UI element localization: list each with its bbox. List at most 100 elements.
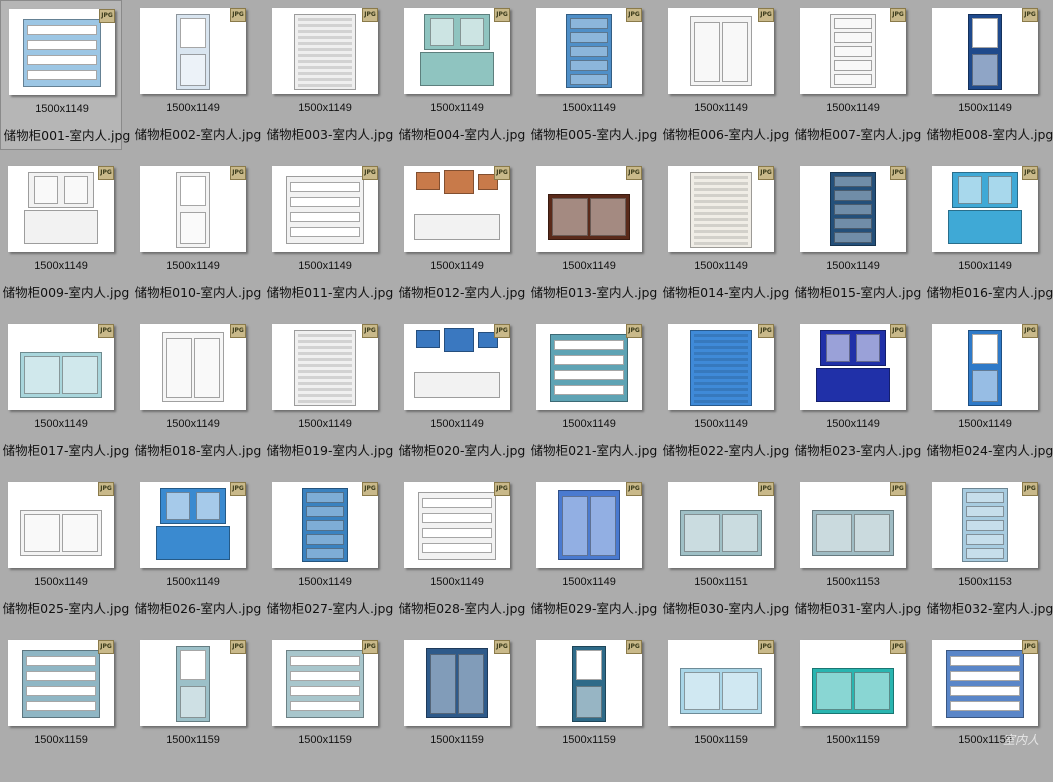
file-name[interactable]: 储物柜013-室内人.jpg — [528, 282, 660, 301]
file-tile[interactable]: JPG 1500x1149 储物柜013-室内人.jpg — [528, 158, 657, 308]
file-name[interactable]: 储物柜023-室内人.jpg — [792, 440, 924, 459]
thumbnail-image[interactable]: JPG — [800, 324, 906, 410]
file-tile[interactable]: JPG 1500x1149 储物柜003-室内人.jpg — [264, 0, 393, 150]
file-name[interactable]: 储物柜009-室内人.jpg — [0, 282, 132, 301]
thumbnail-image[interactable]: JPG — [404, 166, 510, 252]
file-name[interactable]: 储物柜028-室内人.jpg — [396, 598, 528, 617]
file-tile[interactable]: JPG 1500x1159 — [264, 632, 386, 782]
thumbnail-image[interactable]: JPG — [536, 482, 642, 568]
thumbnail-image[interactable]: JPG — [932, 482, 1038, 568]
thumbnail-image[interactable]: JPG — [404, 640, 510, 726]
file-name[interactable]: 储物柜012-室内人.jpg — [396, 282, 528, 301]
file-tile[interactable]: JPG 1500x1149 储物柜011-室内人.jpg — [264, 158, 393, 308]
file-name[interactable]: 储物柜025-室内人.jpg — [0, 598, 132, 617]
file-name[interactable]: 储物柜026-室内人.jpg — [132, 598, 264, 617]
file-tile[interactable]: JPG 1500x1149 储物柜004-室内人.jpg — [396, 0, 525, 150]
file-name[interactable]: 储物柜001-室内人.jpg — [1, 125, 133, 144]
file-tile[interactable]: JPG 1500x1149 储物柜005-室内人.jpg — [528, 0, 657, 150]
file-tile[interactable]: JPG 1500x1149 储物柜014-室内人.jpg — [660, 158, 789, 308]
file-tile[interactable]: JPG 1500x1159 — [528, 632, 650, 782]
file-tile[interactable]: JPG 1500x1149 储物柜025-室内人.jpg — [0, 474, 129, 624]
file-name[interactable]: 储物柜005-室内人.jpg — [528, 124, 660, 143]
thumbnail-image[interactable]: JPG — [800, 166, 906, 252]
thumbnail-image[interactable]: JPG — [8, 482, 114, 568]
thumbnail-image[interactable]: JPG — [404, 324, 510, 410]
file-name[interactable]: 储物柜022-室内人.jpg — [660, 440, 792, 459]
thumbnail-image[interactable]: JPG — [932, 166, 1038, 252]
file-tile[interactable]: JPG 1500x1149 储物柜002-室内人.jpg — [132, 0, 261, 150]
file-tile[interactable]: JPG 1500x1149 储物柜008-室内人.jpg — [924, 0, 1053, 150]
file-name[interactable]: 储物柜019-室内人.jpg — [264, 440, 396, 459]
file-name[interactable]: 储物柜008-室内人.jpg — [924, 124, 1053, 143]
thumbnail-image[interactable]: JPG — [536, 8, 642, 94]
file-tile[interactable]: JPG 1500x1153 储物柜031-室内人.jpg — [792, 474, 921, 624]
thumbnail-image[interactable]: JPG — [404, 8, 510, 94]
file-name[interactable]: 储物柜031-室内人.jpg — [792, 598, 924, 617]
file-tile[interactable]: JPG 1500x1159 — [792, 632, 914, 782]
file-tile[interactable]: JPG 1500x1149 储物柜016-室内人.jpg — [924, 158, 1053, 308]
file-name[interactable]: 储物柜002-室内人.jpg — [132, 124, 264, 143]
thumbnail-image[interactable]: JPG — [668, 640, 774, 726]
file-tile[interactable]: JPG 1500x1149 储物柜019-室内人.jpg — [264, 316, 393, 466]
file-name[interactable]: 储物柜003-室内人.jpg — [264, 124, 396, 143]
file-name[interactable]: 储物柜030-室内人.jpg — [660, 598, 792, 617]
thumbnail-image[interactable]: JPG — [9, 9, 115, 95]
file-tile[interactable]: JPG 1500x1149 储物柜024-室内人.jpg — [924, 316, 1053, 466]
thumbnail-image[interactable]: JPG — [272, 166, 378, 252]
file-tile[interactable]: JPG 1500x1149 储物柜026-室内人.jpg — [132, 474, 261, 624]
thumbnail-image[interactable]: JPG — [140, 166, 246, 252]
file-tile[interactable]: JPG 1500x1149 储物柜029-室内人.jpg — [528, 474, 657, 624]
file-name[interactable]: 储物柜011-室内人.jpg — [264, 282, 396, 301]
file-name[interactable]: 储物柜021-室内人.jpg — [528, 440, 660, 459]
file-tile[interactable]: JPG 1500x1151 储物柜030-室内人.jpg — [660, 474, 789, 624]
file-name[interactable]: 储物柜032-室内人.jpg — [924, 598, 1053, 617]
file-tile[interactable]: JPG 1500x1149 储物柜010-室内人.jpg — [132, 158, 261, 308]
file-tile[interactable]: JPG 1500x1149 储物柜018-室内人.jpg — [132, 316, 261, 466]
file-tile[interactable]: JPG 1500x1159 — [0, 632, 122, 782]
file-tile[interactable]: JPG 1500x1159 — [660, 632, 782, 782]
file-name[interactable]: 储物柜016-室内人.jpg — [924, 282, 1053, 301]
file-tile[interactable]: JPG 1500x1159 — [132, 632, 254, 782]
file-tile[interactable]: JPG 1500x1159 — [396, 632, 518, 782]
file-name[interactable]: 储物柜010-室内人.jpg — [132, 282, 264, 301]
file-tile[interactable]: JPG 1500x1149 储物柜028-室内人.jpg — [396, 474, 525, 624]
file-name[interactable]: 储物柜017-室内人.jpg — [0, 440, 132, 459]
file-tile[interactable]: JPG 1500x1149 储物柜022-室内人.jpg — [660, 316, 789, 466]
file-name[interactable]: 储物柜006-室内人.jpg — [660, 124, 792, 143]
thumbnail-image[interactable]: JPG — [536, 640, 642, 726]
file-name[interactable]: 储物柜024-室内人.jpg — [924, 440, 1053, 459]
file-name[interactable]: 储物柜015-室内人.jpg — [792, 282, 924, 301]
thumbnail-image[interactable]: JPG — [140, 640, 246, 726]
file-tile[interactable]: JPG 1500x1149 储物柜017-室内人.jpg — [0, 316, 129, 466]
file-tile[interactable]: JPG 1500x1149 储物柜001-室内人.jpg — [0, 0, 130, 150]
file-tile[interactable]: JPG 1500x1159 — [924, 632, 1046, 782]
thumbnail-image[interactable]: JPG — [932, 324, 1038, 410]
file-name[interactable]: 储物柜018-室内人.jpg — [132, 440, 264, 459]
thumbnail-image[interactable]: JPG — [140, 482, 246, 568]
file-tile[interactable]: JPG 1500x1149 储物柜027-室内人.jpg — [264, 474, 393, 624]
thumbnail-image[interactable]: JPG — [536, 166, 642, 252]
thumbnail-image[interactable]: JPG — [668, 482, 774, 568]
file-tile[interactable]: JPG 1500x1149 储物柜021-室内人.jpg — [528, 316, 657, 466]
thumbnail-image[interactable]: JPG — [8, 166, 114, 252]
thumbnail-image[interactable]: JPG — [932, 640, 1038, 726]
file-tile[interactable]: JPG 1500x1149 储物柜006-室内人.jpg — [660, 0, 789, 150]
file-tile[interactable]: JPG 1500x1149 储物柜007-室内人.jpg — [792, 0, 921, 150]
file-tile[interactable]: JPG 1500x1149 储物柜009-室内人.jpg — [0, 158, 129, 308]
thumbnail-image[interactable]: JPG — [272, 324, 378, 410]
file-tile[interactable]: JPG 1500x1149 储物柜012-室内人.jpg — [396, 158, 525, 308]
thumbnail-image[interactable]: JPG — [8, 324, 114, 410]
thumbnail-image[interactable]: JPG — [8, 640, 114, 726]
thumbnail-image[interactable]: JPG — [800, 8, 906, 94]
file-name[interactable]: 储物柜004-室内人.jpg — [396, 124, 528, 143]
thumbnail-image[interactable]: JPG — [272, 640, 378, 726]
file-tile[interactable]: JPG 1500x1153 储物柜032-室内人.jpg — [924, 474, 1053, 624]
thumbnail-image[interactable]: JPG — [668, 8, 774, 94]
file-name[interactable]: 储物柜027-室内人.jpg — [264, 598, 396, 617]
thumbnail-image[interactable]: JPG — [536, 324, 642, 410]
thumbnail-image[interactable]: JPG — [140, 324, 246, 410]
file-tile[interactable]: JPG 1500x1149 储物柜015-室内人.jpg — [792, 158, 921, 308]
thumbnail-image[interactable]: JPG — [404, 482, 510, 568]
thumbnail-image[interactable]: JPG — [272, 482, 378, 568]
thumbnail-image[interactable]: JPG — [272, 8, 378, 94]
